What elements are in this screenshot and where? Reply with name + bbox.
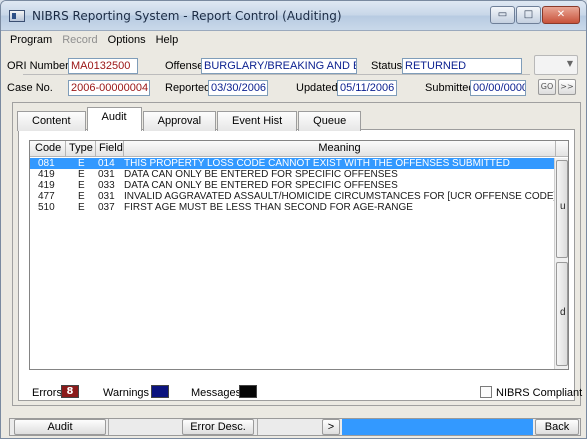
column-header-meaning[interactable]: Meaning [124, 141, 556, 156]
cell-code: 477 [38, 191, 55, 202]
minimize-button[interactable]: ▭ [490, 6, 515, 24]
error-desc-button[interactable]: Error Desc. [182, 419, 254, 435]
toolbar-divider [108, 419, 109, 435]
report-control-window: NIBRS Reporting System - Report Control … [0, 0, 587, 439]
menu-program[interactable]: Program [5, 32, 57, 50]
case-label: Case No. [7, 82, 53, 94]
tab-queue[interactable]: Queue [298, 111, 362, 131]
next-button[interactable]: >> [558, 79, 576, 95]
menu-record: Record [62, 34, 98, 46]
table-row[interactable]: 419 E 033 DATA CAN ONLY BE ENTERED FOR S… [30, 180, 556, 191]
case-field[interactable]: 2006-00000004 [68, 80, 150, 96]
cell-field: 031 [98, 169, 115, 180]
cell-code: 419 [38, 180, 55, 191]
cell-meaning: DATA CAN ONLY BE ENTERED FOR SPECIFIC OF… [124, 180, 398, 191]
submitted-field[interactable]: 00/00/0000 [470, 80, 526, 96]
cell-type: E [78, 169, 85, 180]
warnings-label: Warnings [103, 387, 150, 399]
app-icon [9, 10, 25, 22]
tab-strip: Content Audit Approval Event Hist Queue [17, 107, 362, 131]
cell-meaning: THIS PROPERTY LOSS CODE CANNOT EXIST WIT… [124, 158, 510, 169]
grid-body: 081 E 014 THIS PROPERTY LOSS CODE CANNOT… [30, 158, 556, 213]
scroll-down-button[interactable]: d [556, 262, 568, 366]
offense-label: Offense [165, 60, 204, 72]
table-row[interactable]: 477 E 031 INVALID AGGRAVATED ASSAULT/HOM… [30, 191, 556, 202]
cell-meaning: INVALID AGGRAVATED ASSAULT/HOMICIDE CIRC… [124, 191, 556, 202]
updated-label: Updated [296, 82, 338, 94]
column-header-type[interactable]: Type [66, 141, 96, 156]
warnings-swatch [151, 385, 169, 398]
messages-swatch [239, 385, 257, 398]
offense-field[interactable]: BURGLARY/BREAKING AND ENT [201, 58, 357, 74]
grid-scrollbar[interactable]: u d [554, 158, 568, 369]
cell-code: 081 [38, 158, 55, 169]
status-field[interactable]: RETURNED [402, 58, 522, 74]
tab-event-hist[interactable]: Event Hist [217, 111, 298, 131]
reported-label: Reported [165, 82, 211, 94]
scroll-down-letter: d [560, 307, 566, 318]
back-button[interactable]: Back [535, 419, 579, 435]
progress-fill [342, 419, 533, 435]
submitted-label: Submitted [425, 82, 475, 94]
column-header-code[interactable]: Code [30, 141, 66, 156]
updated-field[interactable]: 05/11/2006 [337, 80, 397, 96]
grid-header: Code Type Field Meaning [30, 141, 568, 157]
cell-field: 031 [98, 191, 115, 202]
tab-audit[interactable]: Audit [86, 107, 142, 131]
cell-field: 037 [98, 202, 115, 213]
nibrs-compliant-label: NIBRS Compliant [496, 387, 583, 399]
table-row[interactable]: 510 E 037 FIRST AGE MUST BE LESS THAN SE… [30, 202, 556, 213]
menu-options[interactable]: Options [103, 32, 151, 50]
audit-grid[interactable]: Code Type Field Meaning 081 E 014 THIS P… [29, 140, 569, 370]
cell-meaning: FIRST AGE MUST BE LESS THAN SECOND FOR A… [124, 202, 413, 213]
cell-code: 510 [38, 202, 55, 213]
record-selector[interactable]: ▼ [534, 55, 578, 75]
bottom-toolbar: Audit Error Desc. > Back [9, 418, 581, 436]
scroll-up-letter: u [560, 201, 566, 212]
go-button[interactable]: GO [538, 79, 556, 95]
ori-label: ORI Number [7, 60, 69, 72]
errors-count-badge: 8 [61, 385, 79, 398]
cell-field: 014 [98, 158, 115, 169]
tab-approval[interactable]: Approval [142, 111, 217, 131]
audit-button[interactable]: Audit [14, 419, 106, 435]
table-row[interactable]: 081 E 014 THIS PROPERTY LOSS CODE CANNOT… [30, 158, 556, 169]
cell-code: 419 [38, 169, 55, 180]
ori-field[interactable]: MA0132500 [68, 58, 138, 74]
messages-label: Messages [191, 387, 242, 399]
header-divider [23, 74, 530, 75]
cell-type: E [78, 191, 85, 202]
cell-meaning: DATA CAN ONLY BE ENTERED FOR SPECIFIC OF… [124, 169, 398, 180]
title-bar: NIBRS Reporting System - Report Control … [1, 1, 586, 31]
cell-type: E [78, 202, 85, 213]
nibrs-compliant-checkbox[interactable] [480, 386, 492, 398]
window-title: NIBRS Reporting System - Report Control … [32, 9, 342, 23]
scroll-up-button[interactable]: u [556, 160, 568, 258]
tab-content[interactable]: Content [17, 111, 86, 131]
status-label: Status [371, 60, 403, 72]
table-row[interactable]: 419 E 031 DATA CAN ONLY BE ENTERED FOR S… [30, 169, 556, 180]
chevron-down-icon: ▼ [566, 59, 573, 68]
menu-help[interactable]: Help [151, 32, 184, 50]
column-header-field[interactable]: Field [96, 141, 124, 156]
cell-type: E [78, 180, 85, 191]
cell-field: 033 [98, 180, 115, 191]
caption-buttons: ▭ □ ✕ [490, 6, 580, 24]
arrow-right-button[interactable]: > [322, 419, 340, 435]
reported-field[interactable]: 03/30/2006 [208, 80, 268, 96]
close-button[interactable]: ✕ [542, 6, 580, 24]
toolbar-divider [257, 419, 258, 435]
maximize-button[interactable]: □ [516, 6, 541, 24]
cell-type: E [78, 158, 85, 169]
errors-label: Errors [32, 387, 62, 399]
menu-bar: Program Record Options Help [1, 32, 586, 50]
